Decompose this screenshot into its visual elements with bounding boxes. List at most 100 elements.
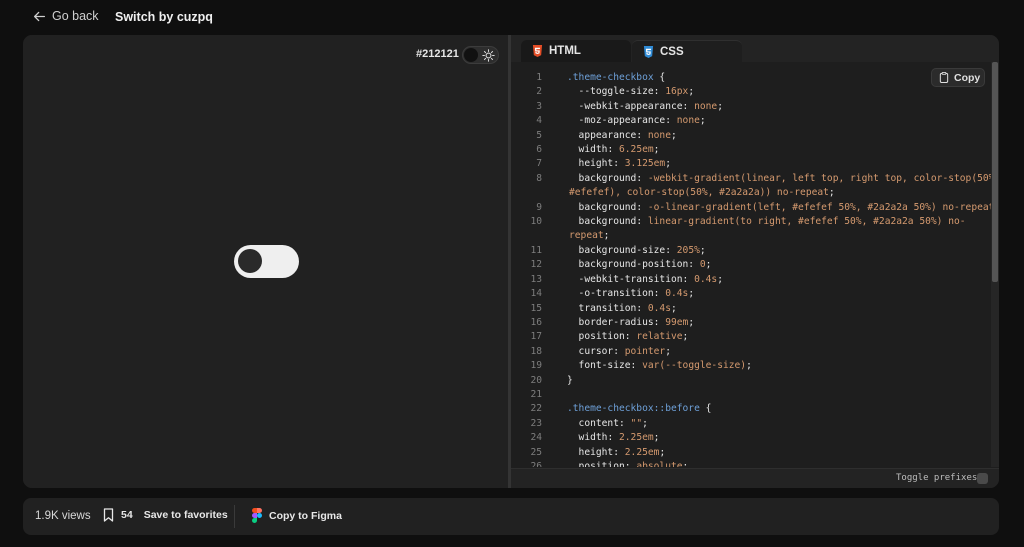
code-token: 205% — [676, 244, 700, 256]
code-token: ; — [699, 244, 706, 256]
code-token: 0.4s — [665, 288, 689, 300]
line-number: 18 — [530, 345, 542, 357]
copy-label: Copy — [954, 71, 981, 84]
code-token: ; — [653, 144, 660, 156]
code-token: ; — [603, 230, 610, 242]
tab-html[interactable]: HTML — [521, 40, 631, 62]
code-token: transition — [567, 302, 637, 314]
code-text: } — [544, 374, 573, 388]
line-number: 17 — [530, 331, 542, 343]
code-token: : — [636, 129, 648, 141]
favorites-count: 54 — [121, 509, 133, 521]
copy-to-figma-button[interactable]: Copy to Figma — [252, 508, 342, 523]
code-token: : — [624, 460, 637, 467]
code-line: 18 cursor: pointer; — [511, 345, 991, 359]
code-token: ; — [659, 446, 666, 458]
line-number: 21 — [530, 388, 542, 400]
code-token: ; — [688, 86, 695, 98]
code-token: : — [665, 115, 677, 127]
line-number: 7 — [536, 158, 542, 170]
code-token: ; — [670, 302, 677, 314]
code-line: 19 font-size: var(--toggle-size); — [511, 359, 991, 373]
code-token: : — [653, 288, 666, 300]
code-tabs: HTML CSS — [511, 35, 999, 62]
code-text: --toggle-size: 16px; — [544, 85, 695, 99]
code-text: cursor: pointer; — [544, 345, 671, 359]
editor-card: #212121 HTML CSS 1 .theme-checkbox {2 -… — [23, 35, 999, 488]
code-token: ; — [682, 331, 689, 343]
code-text: border-radius: 99em; — [544, 316, 695, 330]
code-token: ; — [828, 187, 835, 199]
code-scrollbar[interactable] — [991, 62, 999, 467]
code-text: width: 6.25em; — [544, 143, 660, 157]
code-token: pointer — [624, 345, 666, 357]
code-line: #efefef), color-stop(50%, #2a2a2a)) no-r… — [511, 186, 991, 200]
line-number — [511, 186, 544, 200]
code-text: transition: 0.4s; — [544, 302, 677, 316]
code-token: ; — [746, 360, 752, 372]
code-line: 17 position: relative; — [511, 330, 991, 344]
code-token: ; — [665, 158, 671, 170]
code-token: : — [665, 244, 677, 256]
line-number: 14 — [530, 288, 542, 300]
footer-divider — [234, 505, 235, 528]
scrollbar-thumb[interactable] — [992, 62, 998, 282]
go-back-link[interactable]: Go back — [33, 9, 99, 23]
code-token: 0.4s — [694, 273, 718, 285]
code-token: ; — [653, 432, 660, 444]
css3-icon — [643, 45, 654, 58]
code-text: -webkit-transition: 0.4s; — [544, 273, 723, 287]
code-text: content: ""; — [544, 417, 648, 431]
line-number: 25 — [530, 446, 542, 458]
code-token: : — [636, 216, 648, 228]
code-token: background-size — [567, 244, 666, 256]
code-token: : — [613, 345, 625, 357]
line-number: 20 — [530, 374, 542, 386]
code-token: : — [607, 432, 619, 444]
code-line: 3 -webkit-appearance: none; — [511, 100, 991, 114]
toggle-prefixes-checkbox[interactable] — [977, 473, 988, 484]
code-token: { — [699, 403, 712, 415]
code-token: height — [567, 446, 614, 458]
code-text: -moz-appearance: none; — [544, 114, 706, 128]
code-token: background-position — [567, 259, 689, 271]
code-token: 2.25em — [624, 446, 660, 458]
prefix-bar: Toggle prefixes — [511, 468, 999, 488]
code-token: ; — [682, 460, 689, 467]
code-token: : — [607, 144, 619, 156]
code-token: : — [688, 259, 700, 271]
code-token: 0.4s — [647, 302, 671, 314]
tab-css[interactable]: CSS — [632, 40, 742, 62]
code-line: 16 border-radius: 99em; — [511, 316, 991, 330]
line-number: 10 — [530, 216, 542, 228]
save-to-favorites-button[interactable]: 54 Save to favorites — [103, 508, 228, 522]
code-token: 2.25em — [619, 432, 654, 444]
code-token: { — [653, 72, 666, 83]
code-token: none — [676, 115, 700, 127]
code-token: appearance — [567, 129, 637, 141]
theme-switch-preview[interactable] — [234, 245, 299, 278]
line-number — [511, 229, 544, 243]
code-token: -webkit-transition — [567, 273, 683, 285]
code-text: background: linear-gradient(to right, #e… — [544, 215, 966, 229]
code-token: background — [567, 201, 637, 213]
code-token: linear-gradient(to right, #efefef 50%, #… — [647, 216, 966, 228]
code-text: -webkit-appearance: none; — [544, 100, 723, 114]
code-line: 24 width: 2.25em; — [511, 431, 991, 445]
code-line: 6 width: 6.25em; — [511, 143, 991, 157]
line-number: 19 — [530, 360, 542, 372]
code-token: -o-linear-gradient(left, #efefef 50%, #2… — [647, 201, 991, 213]
html5-icon — [532, 45, 543, 57]
line-number: 11 — [530, 244, 542, 256]
background-theme-toggle[interactable] — [462, 46, 499, 64]
code-token: : — [636, 172, 648, 184]
code-token: content — [567, 417, 619, 429]
bookmark-icon — [103, 508, 114, 522]
code-token: position — [567, 460, 625, 467]
code-editor[interactable]: 1 .theme-checkbox {2 --toggle-size: 16px;… — [511, 71, 991, 467]
code-line: 7 height: 3.125em; — [511, 157, 991, 171]
code-token: ; — [699, 115, 706, 127]
code-token: : — [624, 331, 637, 343]
copy-code-button[interactable]: Copy — [931, 68, 985, 87]
code-token: : — [613, 158, 625, 170]
